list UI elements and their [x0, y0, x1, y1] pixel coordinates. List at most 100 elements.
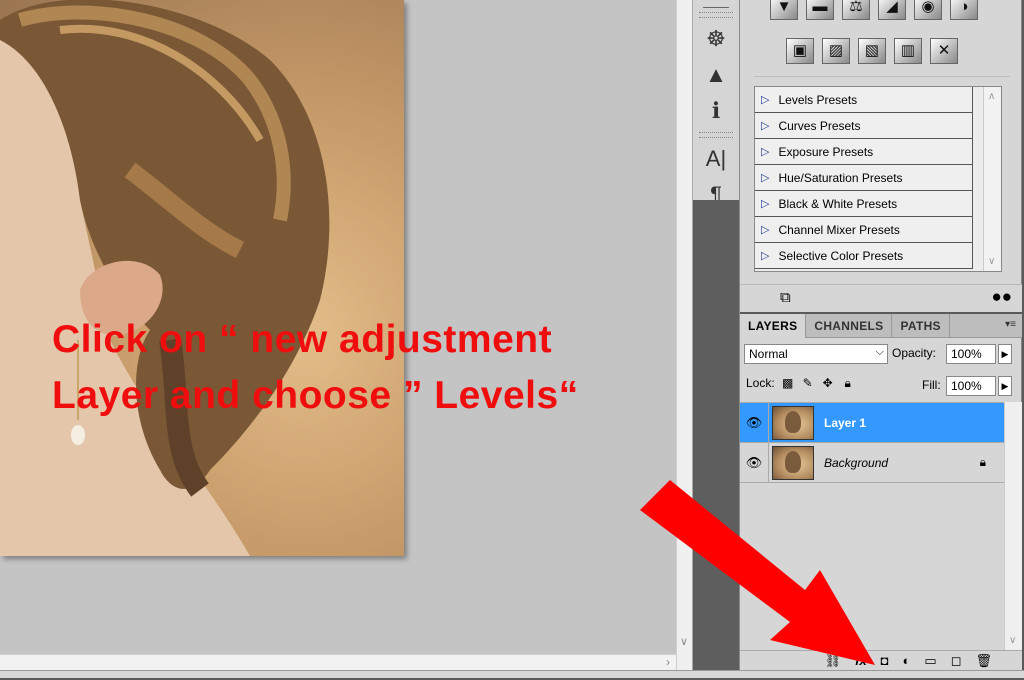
layer-row-layer-1[interactable]: 👁︎ Layer 1	[740, 403, 1004, 443]
lock-row: Lock: ▩ ✎ ✥ 🔒︎	[746, 376, 855, 390]
preset-hue-saturation[interactable]: ▷ Hue/Saturation Presets	[755, 165, 973, 191]
opacity-label: Opacity:	[892, 346, 937, 360]
panel-tabs: LAYERS CHANNELS PATHS ▾≡	[740, 314, 1022, 338]
channel-mixer-icon[interactable]: ◑	[950, 0, 978, 20]
adjustments-panel: ▼ ▬ ⚖ ◢ ◉ ◑ ▣ ▨ ▧ ▥ ✕ ▷ Levels Presets ▷ C…	[740, 0, 1022, 312]
layer-thumbnail	[772, 446, 814, 480]
color-balance-icon[interactable]: ⚖	[842, 0, 870, 20]
panel-icon-strip: ☸ ▲ ℹ A| ¶	[692, 0, 740, 670]
threshold-icon[interactable]: ▧	[858, 38, 886, 64]
preset-black-white[interactable]: ▷ Black & White Presets	[755, 191, 973, 217]
adjustments-footer: ⧉ ●●	[740, 284, 1022, 312]
lock-pixels-icon[interactable]: ✎	[801, 376, 815, 390]
horizontal-scrollbar[interactable]: ›	[0, 654, 676, 670]
preset-exposure[interactable]: ▷ Exposure Presets	[755, 139, 973, 165]
expand-triangle-icon[interactable]: ▷	[761, 249, 769, 262]
preset-curves[interactable]: ▷ Curves Presets	[755, 113, 973, 139]
blend-mode-value: Normal	[749, 347, 788, 361]
adjustments-icon[interactable]	[703, 0, 729, 8]
vibrance-icon[interactable]: ▼	[770, 0, 798, 20]
divider	[754, 76, 1010, 77]
visibility-eye-icon[interactable]: 👁︎	[744, 455, 764, 471]
expand-triangle-icon[interactable]: ▷	[761, 93, 769, 106]
photo-image	[0, 0, 404, 556]
black-white-icon[interactable]: ◢	[878, 0, 906, 20]
scroll-right-icon[interactable]: ›	[666, 655, 670, 669]
expand-triangle-icon[interactable]: ▷	[761, 119, 769, 132]
scroll-down-icon[interactable]: ∨	[1009, 635, 1016, 646]
preset-levels[interactable]: ▷ Levels Presets	[755, 87, 973, 113]
layer-list: 👁︎ Layer 1 👁︎ Background 🔒︎	[740, 402, 1004, 650]
layer-row-background[interactable]: 👁︎ Background 🔒︎	[740, 443, 1004, 483]
panel-menu-icon[interactable]: ▾≡	[1005, 319, 1016, 330]
chevron-down-icon: ⌵	[875, 346, 884, 358]
navigator-icon[interactable]: ☸	[697, 22, 735, 56]
trash-icon[interactable]: 🗑	[975, 653, 992, 669]
opacity-slider-button[interactable]: ▶	[998, 344, 1012, 364]
lock-transparency-icon[interactable]: ▩	[781, 376, 795, 390]
layers-panel: LAYERS CHANNELS PATHS ▾≡ Normal ⌵ Opacit…	[740, 314, 1022, 670]
new-adjustment-layer-icon[interactable]: ◐	[903, 653, 911, 668]
status-bar	[0, 670, 1024, 678]
histogram-icon[interactable]: ▲	[697, 58, 735, 92]
lock-position-icon[interactable]: ✥	[821, 376, 835, 390]
tab-channels[interactable]: CHANNELS	[806, 314, 893, 338]
clip-to-layer-icon[interactable]: ●●	[991, 287, 1012, 307]
presets-scrollbar[interactable]: ∧ ∨	[983, 87, 1001, 271]
selective-color-icon[interactable]: ✕	[930, 38, 958, 64]
posterize-icon[interactable]: ▨	[822, 38, 850, 64]
presets-list: ▷ Levels Presets ▷ Curves Presets ▷ Exposur…	[754, 86, 1002, 272]
expand-triangle-icon[interactable]: ▷	[761, 197, 769, 210]
preset-channel-mixer[interactable]: ▷ Channel Mixer Presets	[755, 217, 973, 243]
scroll-down-icon[interactable]: ∨	[988, 256, 995, 267]
preset-label: Black & White Presets	[778, 196, 898, 211]
divider	[768, 403, 769, 443]
group-icon[interactable]: ▭	[924, 653, 936, 669]
preset-label: Curves Presets	[778, 118, 861, 133]
layer-name: Background	[824, 456, 889, 470]
lock-icon: 🔒︎	[979, 455, 986, 469]
gradient-map-icon[interactable]: ▥	[894, 38, 922, 64]
info-icon[interactable]: ℹ	[697, 94, 735, 128]
preset-label: Levels Presets	[778, 92, 858, 107]
blend-mode-select[interactable]: Normal ⌵	[744, 344, 888, 364]
fill-label: Fill:	[922, 378, 941, 392]
visibility-eye-icon[interactable]: 👁︎	[744, 415, 764, 431]
fx-icon[interactable]: fx	[855, 653, 867, 668]
preset-label: Hue/Saturation Presets	[778, 170, 903, 185]
expand-triangle-icon[interactable]: ▷	[761, 145, 769, 158]
fill-slider-button[interactable]: ▶	[998, 376, 1012, 396]
adjustment-icons-row: ▼ ▬ ⚖ ◢ ◉ ◑	[770, 0, 978, 20]
new-layer-icon[interactable]: ◻	[951, 653, 962, 669]
scroll-up-icon[interactable]: ∧	[988, 91, 995, 102]
photo-filter-icon[interactable]: ◉	[914, 0, 942, 20]
instruction-text: Click on “ new adjustment Layer and choo…	[52, 318, 579, 417]
preset-label: Exposure Presets	[778, 144, 874, 159]
tab-layers[interactable]: LAYERS	[740, 314, 807, 338]
expand-triangle-icon[interactable]: ▷	[761, 223, 769, 236]
mask-icon[interactable]: ◘	[881, 653, 889, 668]
fill-input[interactable]: 100%	[946, 376, 996, 396]
lock-label: Lock:	[746, 376, 775, 390]
strip-grip[interactable]	[699, 12, 733, 18]
return-to-list-icon[interactable]: ⧉	[780, 289, 791, 306]
character-icon[interactable]: A|	[697, 142, 735, 176]
hue-saturation-icon[interactable]: ▬	[806, 0, 834, 20]
adjustment-icons-row: ▣ ▨ ▧ ▥ ✕	[786, 38, 958, 64]
scroll-down-icon[interactable]: ∨	[680, 635, 688, 648]
tab-paths[interactable]: PATHS	[892, 314, 950, 338]
preset-label: Selective Color Presets	[778, 248, 904, 263]
invert-icon[interactable]: ▣	[786, 38, 814, 64]
layer-list-scrollbar[interactable]: ∨	[1004, 402, 1022, 650]
divider	[768, 443, 769, 483]
strip-empty-area	[693, 200, 739, 670]
strip-grip[interactable]	[699, 132, 733, 138]
layers-footer-toolbar: ⛓ fx ◘ ◐ ▭ ◻ 🗑	[740, 650, 1022, 670]
opacity-input[interactable]: 100%	[946, 344, 996, 364]
preset-label: Channel Mixer Presets	[778, 222, 900, 237]
expand-triangle-icon[interactable]: ▷	[761, 171, 769, 184]
right-panel-dock: ▼ ▬ ⚖ ◢ ◉ ◑ ▣ ▨ ▧ ▥ ✕ ▷ Levels Presets ▷ C…	[740, 0, 1024, 670]
lock-all-icon[interactable]: 🔒︎	[841, 376, 855, 390]
preset-selective-color[interactable]: ▷ Selective Color Presets	[755, 243, 973, 269]
link-icon[interactable]: ⛓	[825, 653, 842, 669]
